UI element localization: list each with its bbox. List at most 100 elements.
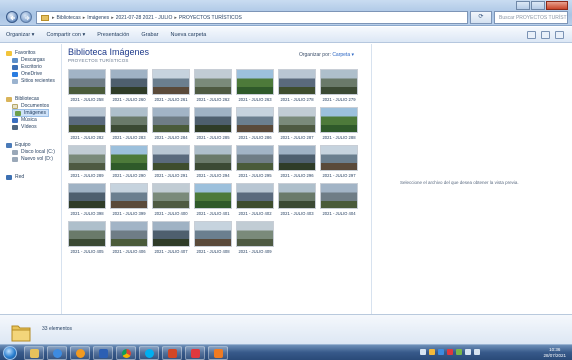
back-button[interactable]: [6, 11, 18, 23]
photo-thumbnail[interactable]: 2021 - JULIO 285: [194, 107, 232, 140]
photo-image: [194, 183, 232, 209]
taskbar-skype[interactable]: [139, 346, 159, 360]
photo-thumbnail[interactable]: 2021 - JULIO 262: [194, 69, 232, 102]
photo-thumbnail[interactable]: 2021 - JULIO 278: [278, 69, 316, 102]
nav-videos[interactable]: Vídeos: [12, 124, 37, 130]
photo-thumbnail[interactable]: 2021 - JULIO 409: [236, 221, 274, 254]
nav-local-disk[interactable]: Disco local (C:): [12, 149, 55, 155]
nav-music[interactable]: Música: [12, 117, 37, 123]
photo-thumbnail[interactable]: 2021 - JULIO 294: [194, 145, 232, 178]
photo-thumbnail[interactable]: 2021 - JULIO 295: [236, 145, 274, 178]
taskbar-ie[interactable]: [47, 346, 67, 360]
nav-onedrive[interactable]: OneDrive: [12, 71, 42, 77]
search-input[interactable]: Buscar PROYECTOS TURÍSTICOS: [494, 11, 568, 24]
nav-new-volume[interactable]: Nuevo vol (D:): [12, 156, 53, 162]
photo-thumbnail[interactable]: 2021 - JULIO 291: [152, 145, 190, 178]
photo-thumbnail[interactable]: 2021 - JULIO 287: [278, 107, 316, 140]
photo-thumbnail[interactable]: 2021 - JULIO 290: [110, 145, 148, 178]
tray-icon[interactable]: [420, 349, 426, 355]
photo-thumbnail[interactable]: 2021 - JULIO 403: [278, 183, 316, 216]
media-player-icon: [75, 348, 85, 358]
photo-filename: 2021 - JULIO 290: [112, 173, 146, 178]
photo-thumbnail[interactable]: 2021 - JULIO 284: [152, 107, 190, 140]
photo-filename: 2021 - JULIO 285: [196, 135, 230, 140]
close-button[interactable]: [546, 1, 568, 10]
forward-button[interactable]: [20, 11, 32, 23]
nav-desktop[interactable]: Escritorio: [12, 64, 42, 70]
photo-filename: 2021 - JULIO 260: [112, 97, 146, 102]
breadcrumb-item[interactable]: PROYECTOS TURÍSTICOS: [179, 15, 242, 21]
tray-icon[interactable]: [438, 349, 444, 355]
photo-thumbnail[interactable]: 2021 - JULIO 261: [152, 69, 190, 102]
photo-thumbnail[interactable]: 2021 - JULIO 401: [194, 183, 232, 216]
taskbar-media[interactable]: [70, 346, 90, 360]
photo-thumbnail[interactable]: 2021 - JULIO 407: [152, 221, 190, 254]
photo-filename: 2021 - JULIO 409: [238, 249, 272, 254]
photo-thumbnail[interactable]: 2021 - JULIO 399: [110, 183, 148, 216]
breadcrumb-item[interactable]: 2021-07-28 2021 - JULIO: [116, 15, 173, 21]
taskbar-app[interactable]: [185, 346, 205, 360]
breadcrumb-item[interactable]: Imágenes: [87, 15, 109, 21]
help-icon[interactable]: [555, 31, 564, 39]
photo-thumbnail[interactable]: 2021 - JULIO 289: [68, 145, 106, 178]
nav-network[interactable]: Red: [6, 174, 24, 180]
photo-thumbnail[interactable]: 2021 - JULIO 263: [236, 69, 274, 102]
taskbar-word[interactable]: [93, 346, 113, 360]
address-bar[interactable]: ▸ Bibliotecas ▸ Imágenes ▸ 2021-07-28 20…: [36, 11, 468, 24]
taskbar-explorer[interactable]: [24, 346, 44, 360]
photo-image: [194, 107, 232, 133]
maximize-button[interactable]: [531, 1, 545, 10]
arrow-left-icon: [10, 15, 15, 21]
photo-thumbnail[interactable]: 2021 - JULIO 260: [110, 69, 148, 102]
organize-button[interactable]: Organizar ▾: [6, 32, 34, 38]
nav-recent[interactable]: Sitios recientes: [12, 78, 55, 84]
photo-filename: 2021 - JULIO 295: [238, 173, 272, 178]
photo-thumbnail[interactable]: 2021 - JULIO 282: [68, 107, 106, 140]
photo-thumbnail[interactable]: 2021 - JULIO 297: [320, 145, 358, 178]
clock[interactable]: 10:36 28/07/2021: [543, 347, 566, 359]
start-button[interactable]: [3, 346, 17, 360]
minimize-button[interactable]: [516, 1, 530, 10]
tray-icon[interactable]: [447, 349, 453, 355]
photo-thumbnail[interactable]: 2021 - JULIO 258: [68, 69, 106, 102]
photo-thumbnail[interactable]: 2021 - JULIO 288: [320, 107, 358, 140]
refresh-button[interactable]: ⟳: [470, 11, 492, 24]
music-icon: [12, 117, 18, 123]
taskbar-powerpoint[interactable]: [162, 346, 182, 360]
photo-image: [278, 183, 316, 209]
burn-button[interactable]: Grabar: [141, 32, 158, 38]
arrange-by[interactable]: Organizar por: Carpeta ▾: [299, 52, 354, 58]
photo-thumbnail[interactable]: 2021 - JULIO 408: [194, 221, 232, 254]
volume-icon[interactable]: [474, 349, 480, 355]
preview-pane-icon[interactable]: [541, 31, 550, 39]
new-folder-button[interactable]: Nueva carpeta: [171, 32, 207, 38]
photo-thumbnail[interactable]: 2021 - JULIO 283: [110, 107, 148, 140]
photo-thumbnail[interactable]: 2021 - JULIO 405: [68, 221, 106, 254]
nav-images[interactable]: Imágenes: [12, 109, 49, 117]
nav-computer[interactable]: Equipo: [6, 142, 31, 148]
photo-thumbnail[interactable]: 2021 - JULIO 402: [236, 183, 274, 216]
nav-favorites[interactable]: Favoritos: [6, 50, 36, 56]
photo-thumbnail[interactable]: 2021 - JULIO 296: [278, 145, 316, 178]
photo-image: [320, 107, 358, 133]
photo-thumbnail[interactable]: 2021 - JULIO 279: [320, 69, 358, 102]
taskbar-chrome[interactable]: [116, 346, 136, 360]
nav-downloads[interactable]: Descargas: [12, 57, 45, 63]
tray-icon[interactable]: [429, 349, 435, 355]
view-options-icon[interactable]: [527, 31, 536, 39]
photo-thumbnail[interactable]: 2021 - JULIO 398: [68, 183, 106, 216]
photo-thumbnail[interactable]: 2021 - JULIO 286: [236, 107, 274, 140]
share-button[interactable]: Compartir con ▾: [46, 32, 85, 38]
breadcrumb-item[interactable]: Bibliotecas: [57, 15, 81, 21]
slideshow-button[interactable]: Presentación: [97, 32, 129, 38]
skype-icon: [144, 348, 154, 358]
photo-thumbnail[interactable]: 2021 - JULIO 404: [320, 183, 358, 216]
photo-image: [110, 69, 148, 95]
photo-thumbnail[interactable]: 2021 - JULIO 406: [110, 221, 148, 254]
network-icon[interactable]: [465, 349, 471, 355]
tray-icon[interactable]: [456, 349, 462, 355]
taskbar-app[interactable]: [208, 346, 228, 360]
photo-image: [68, 183, 106, 209]
photo-thumbnail[interactable]: 2021 - JULIO 400: [152, 183, 190, 216]
nav-libraries[interactable]: Bibliotecas: [6, 96, 39, 102]
